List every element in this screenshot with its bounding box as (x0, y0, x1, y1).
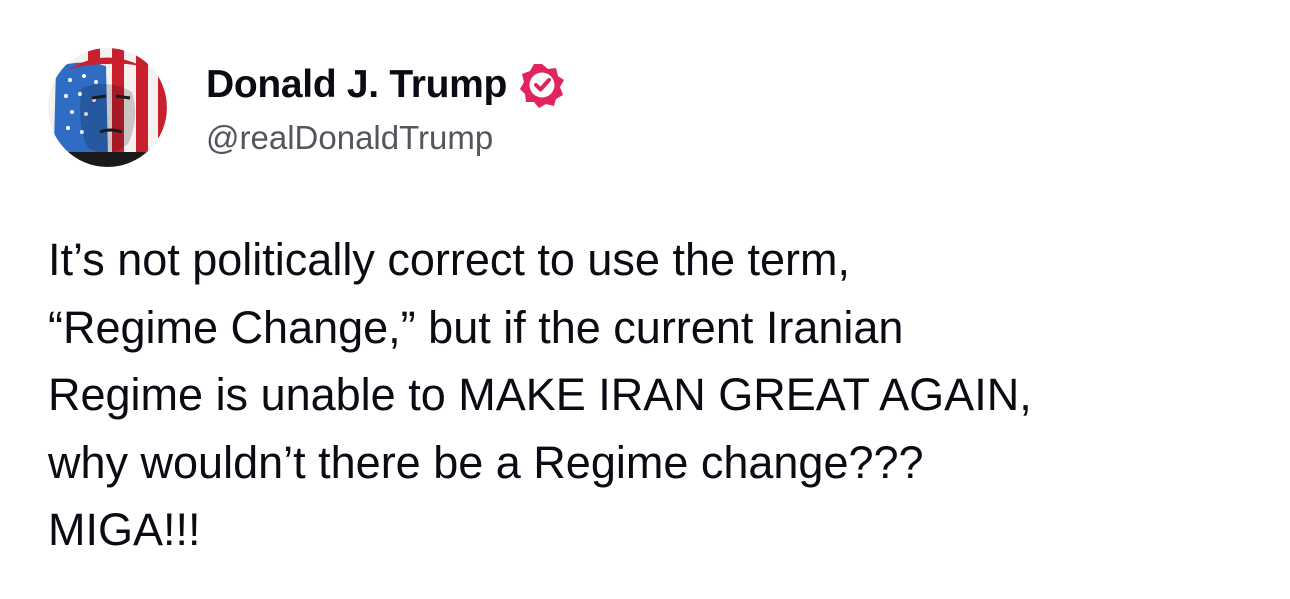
post-header: Donald J. Trump @realDonaldTrump (48, 46, 565, 168)
post-body-line: MIGA!!! (48, 504, 201, 555)
author-display-name[interactable]: Donald J. Trump (206, 63, 507, 107)
post-body-line: why wouldn’t there be a Regime change??? (48, 436, 924, 488)
post-body-line: Regime is unable to MAKE IRAN GREAT AGAI… (48, 369, 1032, 420)
post-body: It’s not politically correct to use the … (48, 226, 1248, 564)
author-handle[interactable]: @realDonaldTrump (206, 119, 565, 157)
author-name-row: Donald J. Trump (206, 57, 565, 113)
post-card: Donald J. Trump @realDonaldTrump It’s no… (0, 0, 1290, 599)
post-body-line: “Regime Change,” but if the current Iran… (48, 301, 904, 353)
avatar[interactable] (48, 47, 167, 167)
verified-badge-icon (519, 62, 565, 108)
post-body-line: It’s not politically correct to use the … (48, 234, 851, 285)
avatar-image (48, 47, 167, 167)
author-info: Donald J. Trump @realDonaldTrump (206, 57, 565, 157)
